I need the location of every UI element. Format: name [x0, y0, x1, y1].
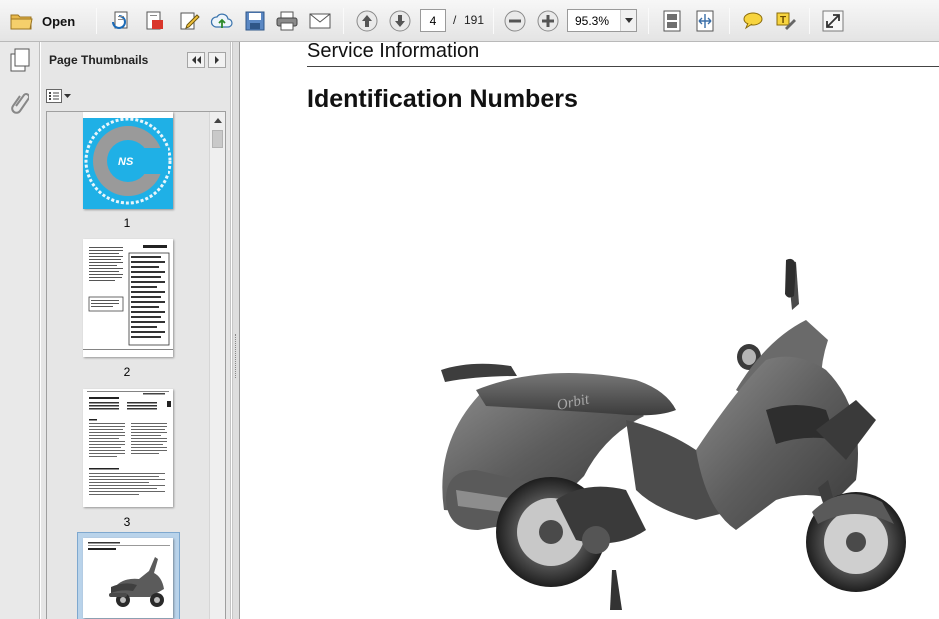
printer-icon: [276, 11, 298, 31]
toolbar-separator: [343, 8, 344, 34]
attachments-button[interactable]: [6, 88, 34, 116]
fit-width-button[interactable]: [692, 8, 718, 34]
speech-bubble-icon: [743, 12, 763, 30]
splitter-grip[interactable]: [235, 334, 237, 378]
thumbnail-label: 1: [123, 216, 131, 230]
text-page-thumbnail-image: [83, 389, 173, 507]
scroll-up-icon[interactable]: [210, 112, 225, 128]
folder-icon: [10, 14, 33, 30]
panel-splitter[interactable]: [232, 42, 240, 619]
navigation-rail: [0, 42, 40, 619]
toolbar-separator: [729, 8, 730, 34]
chevron-right-icon: [215, 56, 219, 64]
expand-panel-button[interactable]: [208, 52, 226, 68]
upload-button[interactable]: [209, 8, 235, 34]
chevron-down-icon[interactable]: [620, 10, 636, 31]
page-header: Service Information: [307, 42, 480, 62]
list-options-icon: [46, 89, 62, 103]
thumbnail-label: 3: [123, 515, 131, 529]
page-total: 191: [464, 13, 485, 27]
scooter-page-thumbnail-image: [83, 538, 173, 618]
zoom-select[interactable]: 95.3%: [567, 9, 637, 32]
header-divider: [307, 66, 939, 67]
thumbnail-page-3[interactable]: [83, 389, 173, 507]
scrollbar-thumb[interactable]: [212, 130, 223, 148]
expand-icon: [822, 10, 844, 32]
cover-thumbnail-image: NS: [83, 112, 173, 209]
save-button[interactable]: [242, 8, 268, 34]
thumbnail-page-4[interactable]: [83, 538, 173, 618]
thumbnails-scrollbar[interactable]: [209, 112, 225, 619]
arrow-down-circle-icon: [389, 10, 411, 32]
panel-title: Page Thumbnails: [49, 53, 149, 67]
print-button[interactable]: [274, 8, 300, 34]
thumbnails-panel: Page Thumbnails NS 1 2 3: [41, 42, 231, 619]
fit-page-icon: [663, 10, 681, 32]
toolbar: Open 4 / 191 95.3% T: [0, 0, 939, 42]
collapse-panel-button[interactable]: [187, 52, 205, 68]
create-pdf-button[interactable]: [108, 8, 134, 34]
page-number-input[interactable]: [420, 9, 446, 32]
scooter-photo: Orbit: [441, 258, 906, 610]
create-pdf-icon: [112, 11, 128, 29]
save-icon: [245, 11, 265, 31]
pdf-export-icon: [146, 11, 163, 30]
document-view: Service Information Identification Numbe…: [241, 42, 939, 619]
page-separator: /: [453, 13, 457, 27]
fit-width-icon: [696, 10, 714, 32]
svg-text:T: T: [780, 15, 786, 26]
page-title: Identification Numbers: [307, 85, 578, 113]
highlight-button[interactable]: T: [773, 8, 799, 34]
comment-button[interactable]: [740, 8, 766, 34]
minus-circle-icon: [504, 10, 526, 32]
previous-page-button[interactable]: [354, 8, 380, 34]
thumbnail-page-1[interactable]: NS: [83, 112, 173, 209]
cloud-upload-icon: [210, 13, 233, 28]
thumbnail-page-2[interactable]: [83, 239, 173, 357]
double-chevron-left-icon: [192, 56, 201, 64]
open-button[interactable]: Open: [6, 8, 82, 34]
email-button[interactable]: [307, 8, 333, 34]
thumbnails-list: NS 1 2 3: [46, 111, 226, 619]
pages-icon: [10, 48, 30, 72]
full-screen-button[interactable]: [820, 8, 846, 34]
zoom-value: 95.3%: [575, 14, 610, 28]
toolbar-separator: [96, 8, 97, 34]
svg-text:NS: NS: [118, 156, 134, 168]
toolbar-separator: [648, 8, 649, 34]
plus-circle-icon: [537, 10, 559, 32]
open-label: Open: [42, 13, 76, 29]
panel-options-button[interactable]: [46, 87, 74, 105]
toolbar-separator: [809, 8, 810, 34]
zoom-out-button[interactable]: [502, 8, 528, 34]
paperclip-icon: [11, 93, 29, 114]
export-pdf-button[interactable]: [141, 8, 167, 34]
envelope-icon: [309, 13, 331, 29]
edit-pdf-button[interactable]: [176, 8, 202, 34]
highlighter-icon: T: [776, 12, 796, 30]
chevron-down-icon: [64, 94, 71, 98]
thumbnail-label: 2: [123, 365, 131, 379]
next-page-button[interactable]: [387, 8, 413, 34]
page-thumbnails-button[interactable]: [6, 46, 34, 74]
zoom-in-button[interactable]: [535, 8, 561, 34]
arrow-up-circle-icon: [356, 10, 378, 32]
fit-page-button[interactable]: [659, 8, 685, 34]
contents-thumbnail-image: [83, 239, 173, 357]
toolbar-separator: [493, 8, 494, 34]
edit-pdf-icon: [180, 12, 200, 30]
